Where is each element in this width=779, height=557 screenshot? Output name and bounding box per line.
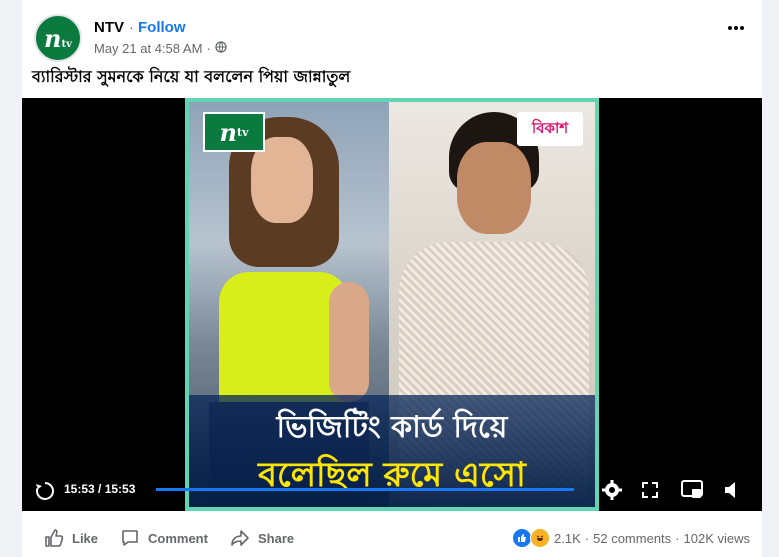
gear-icon <box>602 480 622 500</box>
page-avatar[interactable]: ntv <box>34 14 82 62</box>
ntv-logo: ntv <box>44 23 72 53</box>
share-label: Share <box>258 530 295 546</box>
comment-label: Comment <box>148 530 208 546</box>
speaker-icon <box>725 482 735 498</box>
globe-icon <box>215 41 227 56</box>
time-display: 15:53 / 15:53 <box>64 482 136 496</box>
haha-reaction-icon <box>530 528 551 548</box>
engagement-stats: 2.1K · 52 comments · 102K views <box>512 528 750 548</box>
replay-icon <box>36 482 54 500</box>
post-meta: May 21 at 4:58 AM · <box>94 41 227 56</box>
stats-dot: · <box>675 530 680 546</box>
picture-in-picture-icon <box>681 480 703 498</box>
video-player[interactable]: n tv বিকাশ ভিজিটিং কার্ড দিয়ে বলেছিল রুম… <box>22 98 762 511</box>
like-button[interactable]: Like <box>44 528 98 548</box>
comment-icon <box>122 530 138 546</box>
comments-count[interactable]: 52 comments <box>593 531 671 546</box>
more-options-button[interactable] <box>722 16 750 40</box>
comment-button[interactable]: Comment <box>120 528 208 548</box>
thumbs-up-icon <box>45 529 64 547</box>
stats-dot: · <box>584 530 590 546</box>
volume-button[interactable] <box>720 478 744 502</box>
share-icon <box>231 530 249 546</box>
sponsor-logo: বিকাশ <box>517 112 583 146</box>
settings-button[interactable] <box>600 478 624 502</box>
like-label: Like <box>72 530 99 546</box>
progress-bar[interactable] <box>156 488 574 491</box>
post-timestamp[interactable]: May 21 at 4:58 AM <box>94 41 202 56</box>
miniplayer-button[interactable] <box>680 478 704 502</box>
caption-line-2: বলেছিল রুমে এসো <box>258 455 526 495</box>
post-card: ntv NTV · Follow May 21 at 4:58 AM · ব্য… <box>22 0 762 557</box>
like-reaction-icon <box>512 528 533 548</box>
fullscreen-button[interactable] <box>638 478 662 502</box>
separator-dot: · <box>129 19 134 36</box>
page-name[interactable]: NTV <box>94 19 124 36</box>
caption-line-1: ভিজিটিং কার্ড দিয়ে <box>276 410 508 445</box>
replay-button[interactable] <box>34 480 56 502</box>
share-button[interactable]: Share <box>230 528 294 548</box>
reactions-count[interactable]: 2.1K <box>554 531 581 546</box>
post-text: ব্যারিস্টার সুমনকে নিয়ে যা বললেন পিয়া … <box>32 67 351 86</box>
follow-button[interactable]: Follow <box>138 19 186 36</box>
views-count: 102K views <box>683 530 750 546</box>
thumbnail-ntv-logo: n tv <box>203 112 265 152</box>
meta-dot: · <box>206 41 211 56</box>
post-footer: Like Comment Share 2.1K · 52 comments · … <box>22 511 762 557</box>
video-thumbnail: n tv বিকাশ ভিজিটিং কার্ড দিয়ে বলেছিল রুম… <box>185 98 599 511</box>
expand-icon <box>642 482 658 498</box>
more-icon <box>728 26 732 30</box>
